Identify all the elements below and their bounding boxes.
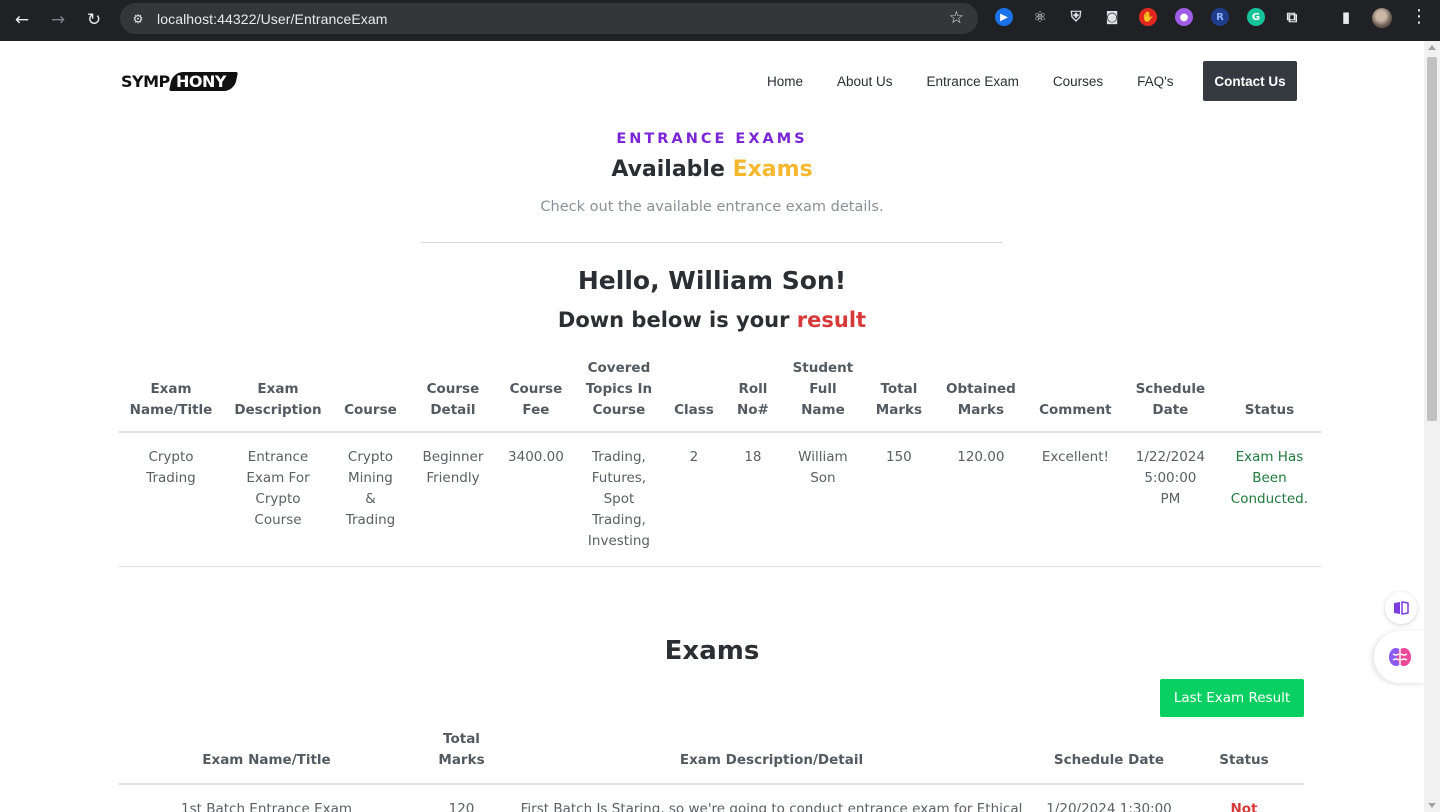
nav-about-us[interactable]: About Us xyxy=(837,74,893,89)
result-table: Exam Name/Title Exam Description Course … xyxy=(119,358,1321,567)
logo-text-part1: SYMP xyxy=(121,71,170,91)
cell-comment: Excellent! xyxy=(1027,432,1123,567)
col-comment: Comment xyxy=(1027,358,1123,433)
hand-icon[interactable]: ✋ xyxy=(1139,8,1157,26)
reload-icon[interactable]: ↻ xyxy=(80,6,108,34)
nav-entrance-exam[interactable]: Entrance Exam xyxy=(927,74,1019,89)
title-plain: Available xyxy=(611,157,725,182)
col-class: Class xyxy=(663,358,724,433)
cell-exam-description-detail: First Batch Is Staring, so we're going t… xyxy=(520,801,1023,812)
col-covered-topics: Covered Topics In Course xyxy=(573,358,664,433)
camera-icon[interactable]: ◙ xyxy=(1103,8,1121,26)
cell-exam-title: 1st Batch Entrance Exam xyxy=(180,801,353,812)
cell-status: Exam Has Been Conducted. xyxy=(1217,432,1321,567)
col-course: Course xyxy=(332,358,408,433)
section-eyebrow: ENTRANCE EXAMS xyxy=(616,131,808,147)
main-nav: Home About Us Entrance Exam Courses FAQ'… xyxy=(750,61,1190,101)
cell-exam-description: Entrance Exam For Crypto Course xyxy=(222,432,333,567)
cell-exam-name: Crypto Trading xyxy=(119,432,223,567)
page-scrollbar[interactable] xyxy=(1424,41,1440,812)
cell-roll-no: 18 xyxy=(723,432,782,567)
book-icon xyxy=(1394,601,1409,615)
table-row: 1st Batch Entrance Exam 120 First Batch … xyxy=(119,784,1304,812)
cell-course-fee: 3400.00 xyxy=(497,432,574,567)
cell-schedule-date: 1/20/2024 1:30:00 xyxy=(1046,801,1172,812)
shield-icon[interactable]: ⛨ xyxy=(1067,8,1085,26)
col-exam-description-detail: Exam Description/Detail xyxy=(509,729,1034,785)
col-exam-name: Exam Name/Title xyxy=(119,358,223,433)
cell-status: Not xyxy=(1230,801,1258,812)
last-exam-result-button[interactable]: Last Exam Result xyxy=(1160,679,1304,717)
brain-assistant-icon[interactable] xyxy=(1374,631,1424,683)
col-obtained-marks: Obtained Marks xyxy=(933,358,1028,433)
brain-icon[interactable]: ● xyxy=(1175,8,1193,26)
cell-class: 2 xyxy=(663,432,724,567)
greeting-heading: Hello, William Son! xyxy=(577,266,847,295)
cell-course-detail: Beginner Friendly xyxy=(407,432,498,567)
col-roll-no: Roll No# xyxy=(723,358,782,433)
screen-recorder-icon[interactable]: ▶ xyxy=(995,8,1013,26)
url-text[interactable]: localhost:44322/User/EntranceExam xyxy=(157,11,388,27)
cell-student-name: William Son xyxy=(781,432,864,567)
page-title: Available Exams xyxy=(0,157,1424,182)
logo-text-part2: HONY xyxy=(175,71,226,91)
cell-schedule-date: 1/22/2024 5:00:00 PM xyxy=(1122,432,1218,567)
col-course-detail: Course Detail xyxy=(407,358,498,433)
contact-us-button[interactable]: Contact Us xyxy=(1203,61,1297,101)
nav-faqs[interactable]: FAQ's xyxy=(1137,74,1173,89)
site-settings-icon[interactable]: ⚙ xyxy=(129,12,147,26)
exams-table: Exam Name/Title Total Marks Exam Descrip… xyxy=(119,729,1304,812)
result-highlight: result xyxy=(796,308,867,332)
bookmark-star-icon[interactable]: ☆ xyxy=(949,8,964,28)
table-row: Crypto Trading Entrance Exam For Crypto … xyxy=(119,432,1321,567)
forward-arrow-icon[interactable]: → xyxy=(44,6,72,34)
col-status: Status xyxy=(1184,729,1304,785)
scrollbar-thumb[interactable] xyxy=(1427,57,1437,421)
browser-toolbar: ← → ↻ ⚙ localhost:44322/User/EntranceExa… xyxy=(0,0,1440,41)
cell-obtained-marks: 120.00 xyxy=(933,432,1028,567)
logo-text-part2-badge: HONY xyxy=(168,71,238,91)
site-logo[interactable]: SYMP HONY xyxy=(121,70,238,92)
side-panel-icon[interactable]: ▮ xyxy=(1337,8,1355,26)
r-icon[interactable]: R xyxy=(1211,8,1229,26)
col-schedule-date: Schedule Date xyxy=(1122,358,1218,433)
col-total-marks: Total Marks xyxy=(863,358,934,433)
col-student-name: Student Full Name xyxy=(781,358,864,433)
back-arrow-icon[interactable]: ← xyxy=(8,6,36,34)
nav-courses[interactable]: Courses xyxy=(1053,74,1103,89)
col-schedule-date: Schedule Date xyxy=(1034,729,1184,785)
cell-total-marks: 120 xyxy=(448,801,475,812)
result-table-header: Exam Name/Title Exam Description Course … xyxy=(119,358,1321,433)
col-exam-description: Exam Description xyxy=(222,358,333,433)
nav-home[interactable]: Home xyxy=(767,74,803,89)
col-course-fee: Course Fee xyxy=(497,358,574,433)
cell-course: Crypto Mining & Trading xyxy=(332,432,408,567)
puzzle-icon[interactable]: ⧉ xyxy=(1283,8,1301,26)
exams-heading: Exams xyxy=(664,636,760,666)
col-total-marks: Total Marks xyxy=(414,729,509,785)
result-plain: Down below is your xyxy=(557,308,790,332)
reader-book-icon[interactable] xyxy=(1385,592,1417,624)
web-page: SYMP HONY Home About Us Entrance Exam Co… xyxy=(0,41,1424,812)
col-status: Status xyxy=(1217,358,1321,433)
profile-avatar[interactable] xyxy=(1372,8,1392,28)
address-bar[interactable]: ⚙ localhost:44322/User/EntranceExam ☆ xyxy=(120,3,978,34)
section-divider xyxy=(421,242,1002,243)
cell-covered-topics: Trading, Futures, Spot Trading, Investin… xyxy=(573,432,664,567)
react-devtools-icon[interactable]: ⚛ xyxy=(1031,8,1049,26)
exams-table-header: Exam Name/Title Total Marks Exam Descrip… xyxy=(119,729,1304,785)
col-exam-title: Exam Name/Title xyxy=(119,729,414,785)
title-highlight: Exams xyxy=(732,157,813,182)
page-subtitle: Check out the available entrance exam de… xyxy=(540,199,884,215)
brain-icon xyxy=(1389,648,1411,666)
browser-menu-icon[interactable]: ⋮ xyxy=(1410,6,1428,27)
scroll-down-arrow-icon[interactable] xyxy=(1428,803,1436,808)
cell-total-marks: 150 xyxy=(863,432,934,567)
grammarly-icon[interactable]: G xyxy=(1247,8,1265,26)
scroll-up-arrow-icon[interactable] xyxy=(1428,45,1436,50)
result-subheading: Down below is your result xyxy=(0,308,1424,332)
